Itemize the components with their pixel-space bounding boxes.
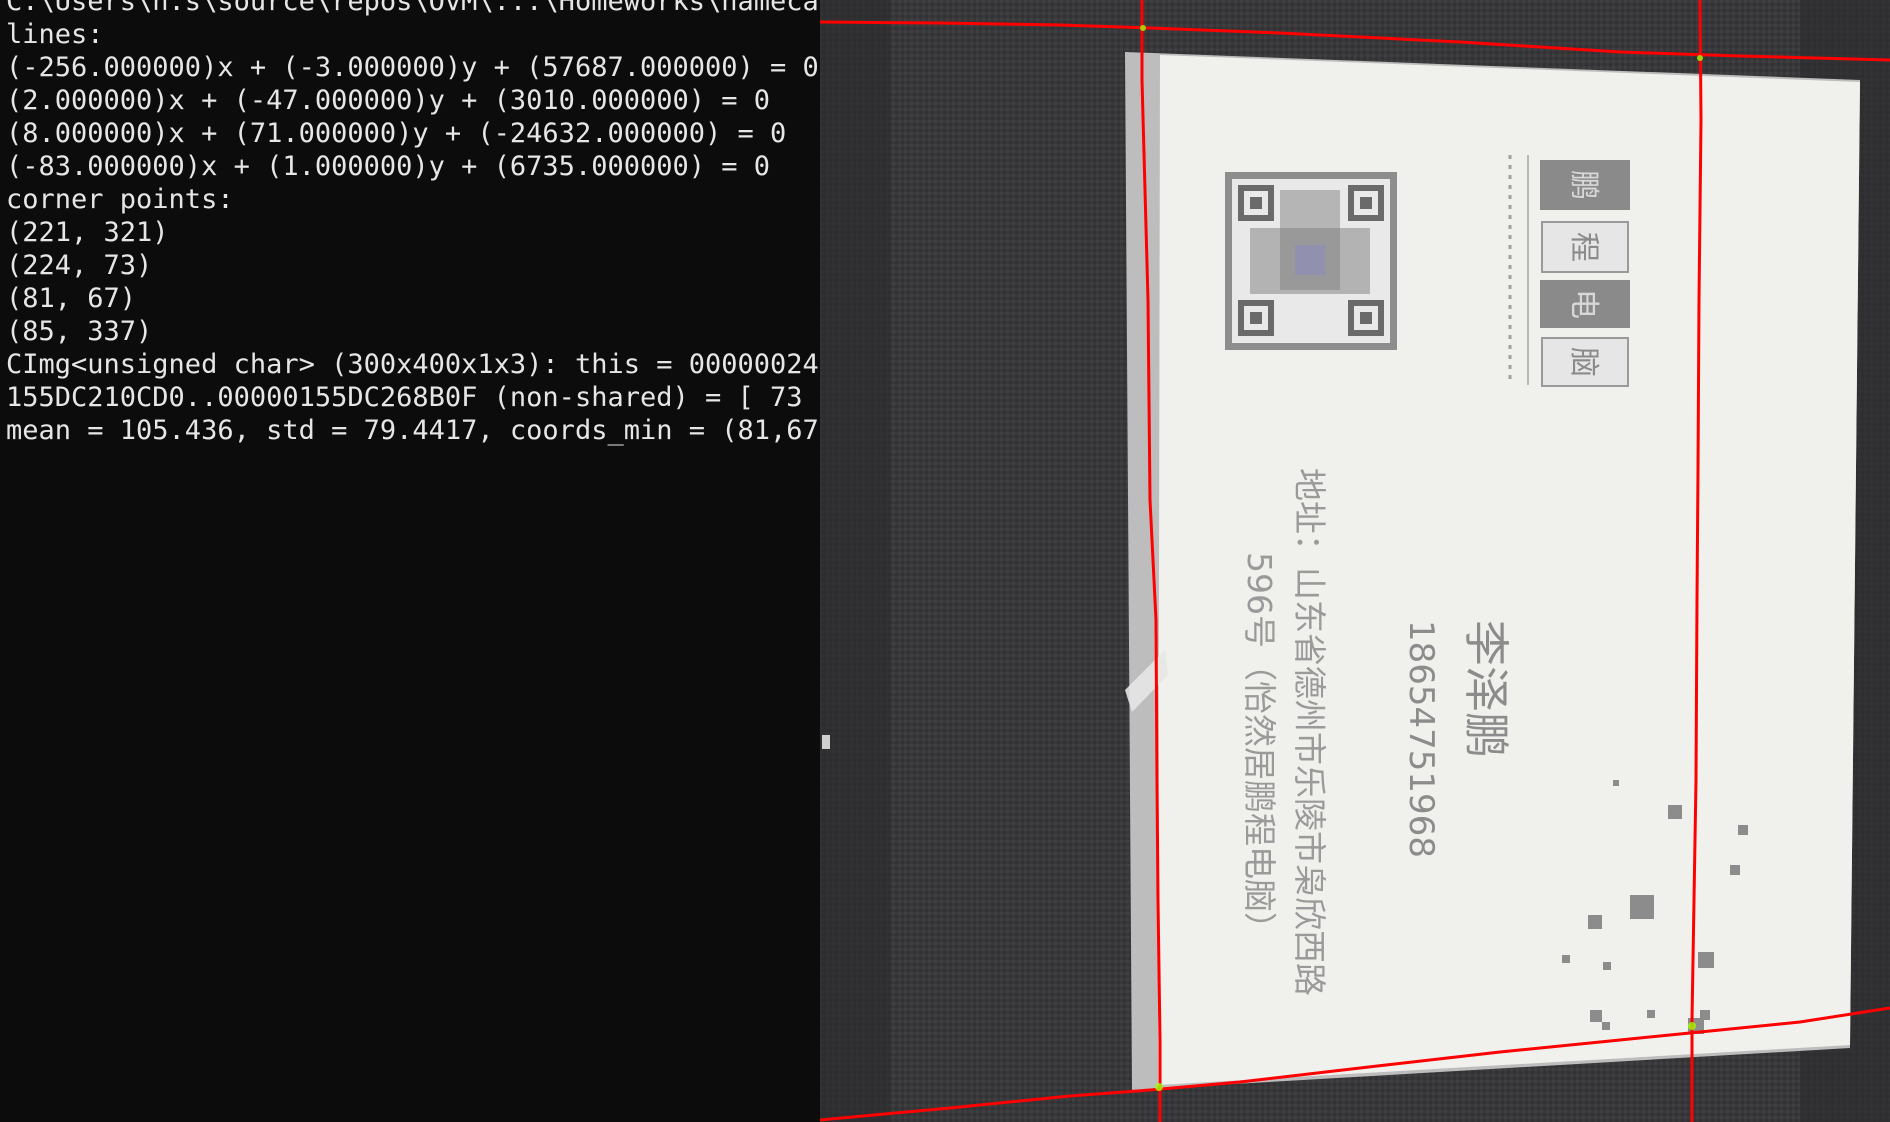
- console-line: 155DC210CD0..00000155DC268B0F (non-share…: [6, 382, 820, 413]
- console-window: C:\Users\h.s\source\repos\OvM\...\Homewo…: [0, 0, 820, 1122]
- logo-char: 程: [1566, 232, 1601, 262]
- card-phone: 18654751968: [1401, 620, 1441, 858]
- corner-point-marker: [1688, 1022, 1696, 1030]
- console-line: (81, 67): [6, 283, 137, 314]
- console-line: (221, 321): [6, 217, 169, 248]
- qr-code: [1225, 172, 1397, 350]
- card-logo: 鹏 程 电 脑: [1508, 155, 1630, 387]
- logo-char: 脑: [1566, 347, 1601, 377]
- console-line: mean = 105.436, std = 79.4417, coords_mi…: [6, 415, 820, 446]
- namecard-photo: 鹏 程 电 脑 李泽鹏 18654751968 地址：山东省德州市乐陵市枭欣西路…: [820, 0, 1890, 1122]
- card-name: 李泽鹏: [1459, 620, 1513, 758]
- logo-char: 电: [1566, 289, 1601, 319]
- console-line: (2.000000)x + (-47.000000)y + (3010.0000…: [6, 85, 771, 116]
- console-line: (-256.000000)x + (-3.000000)y + (57687.0…: [6, 52, 819, 83]
- corner-point-marker: [1155, 1083, 1163, 1091]
- divider-handle[interactable]: [822, 735, 830, 749]
- card-address-line1: 地址：山东省德州市乐陵市枭欣西路: [1290, 468, 1329, 996]
- console-line: corner points:: [6, 184, 234, 215]
- console-line: lines:: [6, 19, 104, 50]
- console-line: C:\Users\h.s\source\repos\OvM\...\Homewo…: [6, 0, 820, 17]
- logo-char: 鹏: [1566, 170, 1601, 200]
- console-line: (-83.000000)x + (1.000000)y + (6735.0000…: [6, 151, 771, 182]
- corner-point-marker: [1140, 25, 1146, 31]
- card-address-line2: 596号（怡然居鹏程电脑）: [1240, 552, 1279, 945]
- console-line: (224, 73): [6, 250, 153, 281]
- image-viewer: 鹏 程 电 脑 李泽鹏 18654751968 地址：山东省德州市乐陵市枭欣西路…: [820, 0, 1890, 1122]
- console-line: CImg<unsigned char> (300x400x1x3): this …: [6, 349, 820, 380]
- console-line: (85, 337): [6, 316, 153, 347]
- corner-point-marker: [1697, 55, 1703, 61]
- console-line: (8.000000)x + (71.000000)y + (-24632.000…: [6, 118, 787, 149]
